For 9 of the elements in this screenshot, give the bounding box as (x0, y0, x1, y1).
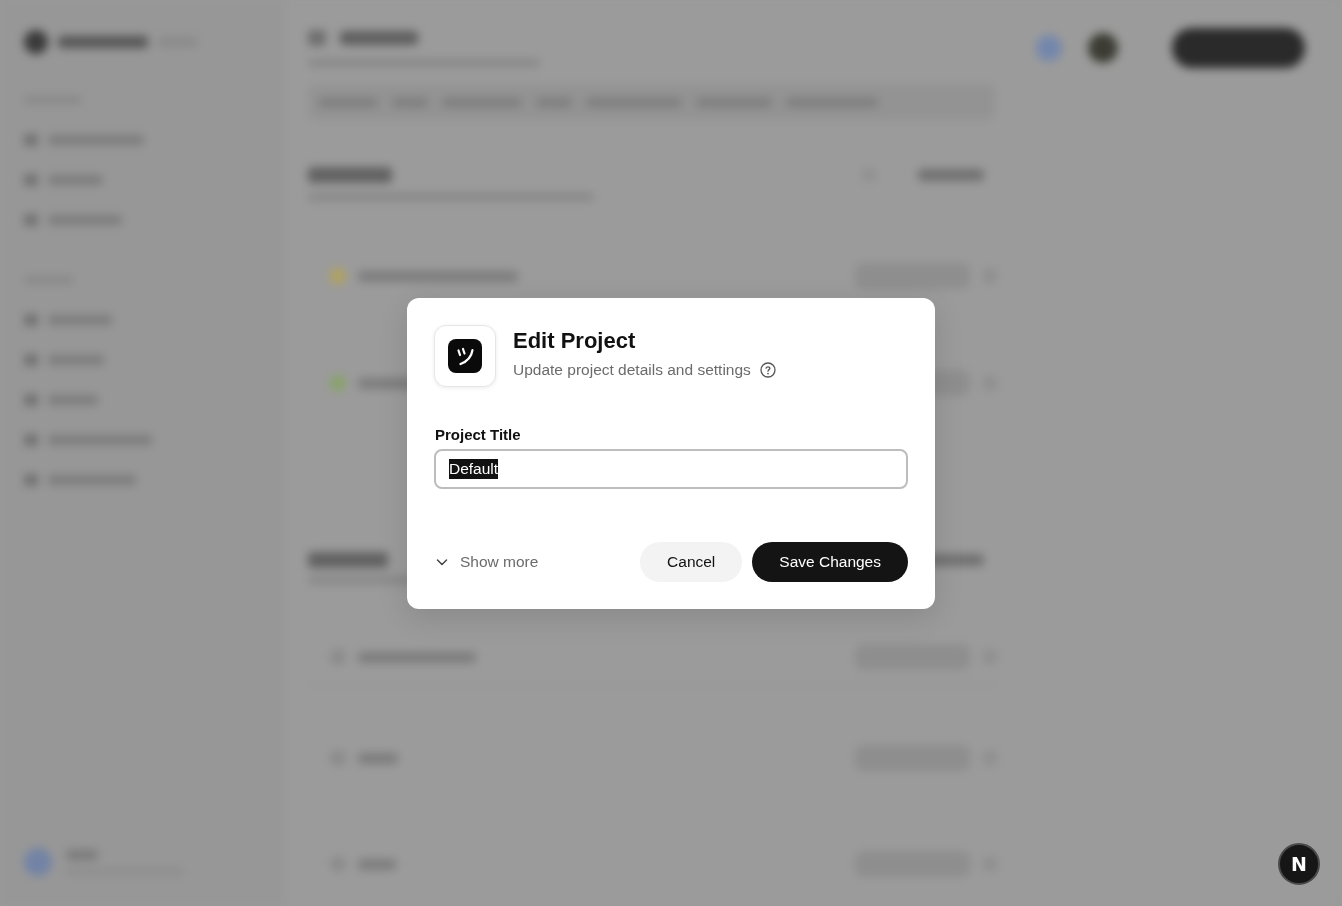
save-button[interactable]: Save Changes (752, 542, 908, 582)
title-input[interactable]: Default (434, 449, 908, 489)
logo-icon (434, 325, 496, 387)
cancel-button[interactable]: Cancel (640, 542, 743, 582)
help-icon[interactable] (759, 362, 776, 378)
dialog-title: Edit Project (513, 327, 637, 355)
show-more-button[interactable]: Show more (434, 553, 539, 571)
dialog-subtitle: Update project details and settings (513, 360, 751, 380)
field-label: Project Title (435, 425, 522, 445)
